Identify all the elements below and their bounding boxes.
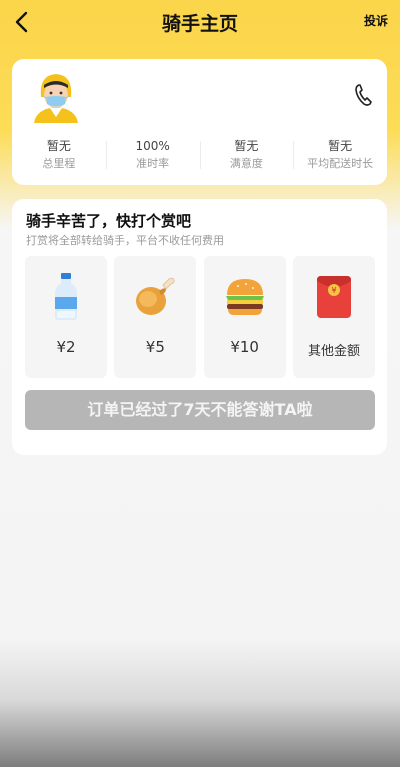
page-title: 骑手主页 bbox=[161, 13, 238, 35]
tip-option-label: ¥2 bbox=[56, 338, 76, 356]
tip-option-label: 其他金额 bbox=[307, 344, 360, 359]
complain-button[interactable]: 投诉 bbox=[364, 12, 388, 29]
red-envelope-icon: ¥ bbox=[293, 272, 375, 322]
stat-value: 暂无 bbox=[46, 139, 71, 153]
thank-rider-button-disabled: 订单已经过了7天不能答谢TA啦 bbox=[25, 390, 375, 430]
top-bar: 骑手主页 投诉 bbox=[0, 0, 400, 44]
svg-text:¥: ¥ bbox=[331, 286, 336, 295]
tip-subtitle: 打赏将全部转给骑手，平台不收任何费用 bbox=[26, 234, 224, 247]
tip-option-5[interactable]: ¥5 bbox=[114, 256, 197, 378]
rider-avatar bbox=[24, 71, 88, 123]
chicken-leg-icon bbox=[114, 272, 196, 322]
stat-value: 100% bbox=[135, 139, 170, 153]
tip-options: ¥2 ¥5 ¥10 ¥ 其他金额 bbox=[25, 256, 375, 378]
tip-option-10[interactable]: ¥10 bbox=[203, 256, 286, 378]
burger-icon bbox=[204, 272, 286, 322]
call-rider-button[interactable] bbox=[353, 83, 373, 107]
stat-avg-delivery-time: 暂无 平均配送时长 bbox=[293, 137, 387, 175]
stat-label: 满意度 bbox=[229, 157, 263, 170]
stat-label: 准时率 bbox=[136, 157, 170, 170]
tip-option-2[interactable]: ¥2 bbox=[25, 256, 107, 378]
stat-label: 总里程 bbox=[42, 157, 76, 170]
stat-value: 暂无 bbox=[328, 139, 353, 153]
stat-satisfaction: 暂无 满意度 bbox=[199, 137, 294, 175]
rider-info-card: 暂无 总里程 100% 准时率 暂无 满意度 暂无 平均配送时长 bbox=[12, 59, 387, 185]
tip-card: 骑手辛苦了，快打个赏吧 打赏将全部转给骑手，平台不收任何费用 ¥2 ¥5 ¥10… bbox=[12, 199, 387, 455]
stat-label: 平均配送时长 bbox=[307, 157, 374, 170]
rider-stats: 暂无 总里程 100% 准时率 暂无 满意度 暂无 平均配送时长 bbox=[12, 137, 387, 175]
phone-icon bbox=[355, 84, 372, 106]
tip-option-label: ¥5 bbox=[145, 338, 165, 356]
stat-on-time-rate: 100% 准时率 bbox=[105, 137, 200, 175]
water-bottle-icon bbox=[25, 272, 107, 322]
stat-value: 暂无 bbox=[234, 139, 259, 153]
tip-option-label: ¥10 bbox=[230, 338, 259, 356]
tip-title: 骑手辛苦了，快打个赏吧 bbox=[26, 212, 192, 230]
stat-total-mileage: 暂无 总里程 bbox=[12, 137, 106, 175]
tip-option-custom[interactable]: ¥ 其他金额 bbox=[292, 256, 375, 378]
